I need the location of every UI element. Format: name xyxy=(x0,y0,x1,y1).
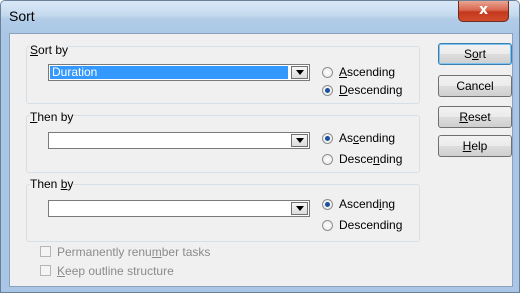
checkbox[interactable] xyxy=(40,265,51,276)
chevron-down-icon[interactable] xyxy=(291,134,308,147)
then-by-2-ascending-label: Ascending xyxy=(339,197,396,211)
window-title: Sort xyxy=(9,8,35,24)
close-icon: x xyxy=(478,2,489,18)
then-by-field-value-1 xyxy=(50,134,288,147)
sort-by-label: Sort by xyxy=(30,43,69,57)
radio-button[interactable] xyxy=(322,220,333,231)
then-by-2-descending-label: Descending xyxy=(339,218,403,232)
sort-dialog: Sort x Sort by Duration Ascending Descen… xyxy=(0,0,520,293)
radio-button[interactable] xyxy=(322,67,333,78)
radio-button-checked[interactable] xyxy=(322,85,333,96)
title-bar: Sort x xyxy=(1,1,519,33)
close-button[interactable]: x xyxy=(458,1,509,22)
reset-button[interactable]: Reset xyxy=(438,106,512,128)
then-by-field-select-2[interactable] xyxy=(48,200,310,217)
chevron-down-icon[interactable] xyxy=(291,66,308,79)
sort-by-descending-label: Descending xyxy=(339,83,403,97)
sort-by-ascending-label: Ascending xyxy=(339,65,396,79)
radio-button[interactable] xyxy=(322,154,333,165)
dialog-body: Sort by Duration Ascending Descending Th… xyxy=(9,33,513,287)
then-by-1-descending-label: Descending xyxy=(339,152,403,166)
then-by-1-ascending-label: Ascending xyxy=(339,131,396,145)
then-by-label-2: Then by xyxy=(30,177,74,191)
then-by-label-1: Then by xyxy=(30,110,74,124)
help-button[interactable]: Help xyxy=(438,135,512,157)
keep-outline-label: Keep outline structure xyxy=(57,264,174,278)
cancel-button[interactable]: Cancel xyxy=(438,75,512,97)
then-by-field-value-2 xyxy=(50,202,288,215)
checkbox[interactable] xyxy=(40,246,51,257)
chevron-down-icon[interactable] xyxy=(291,202,308,215)
then-by-field-select-1[interactable] xyxy=(48,132,310,149)
sort-by-field-value: Duration xyxy=(50,66,288,79)
sort-by-field-select[interactable]: Duration xyxy=(48,64,310,81)
radio-button-checked[interactable] xyxy=(322,133,333,144)
sort-button[interactable]: Sort xyxy=(438,43,512,65)
renumber-tasks-label: Permanently renumber tasks xyxy=(57,245,211,259)
radio-button-checked[interactable] xyxy=(322,199,333,210)
